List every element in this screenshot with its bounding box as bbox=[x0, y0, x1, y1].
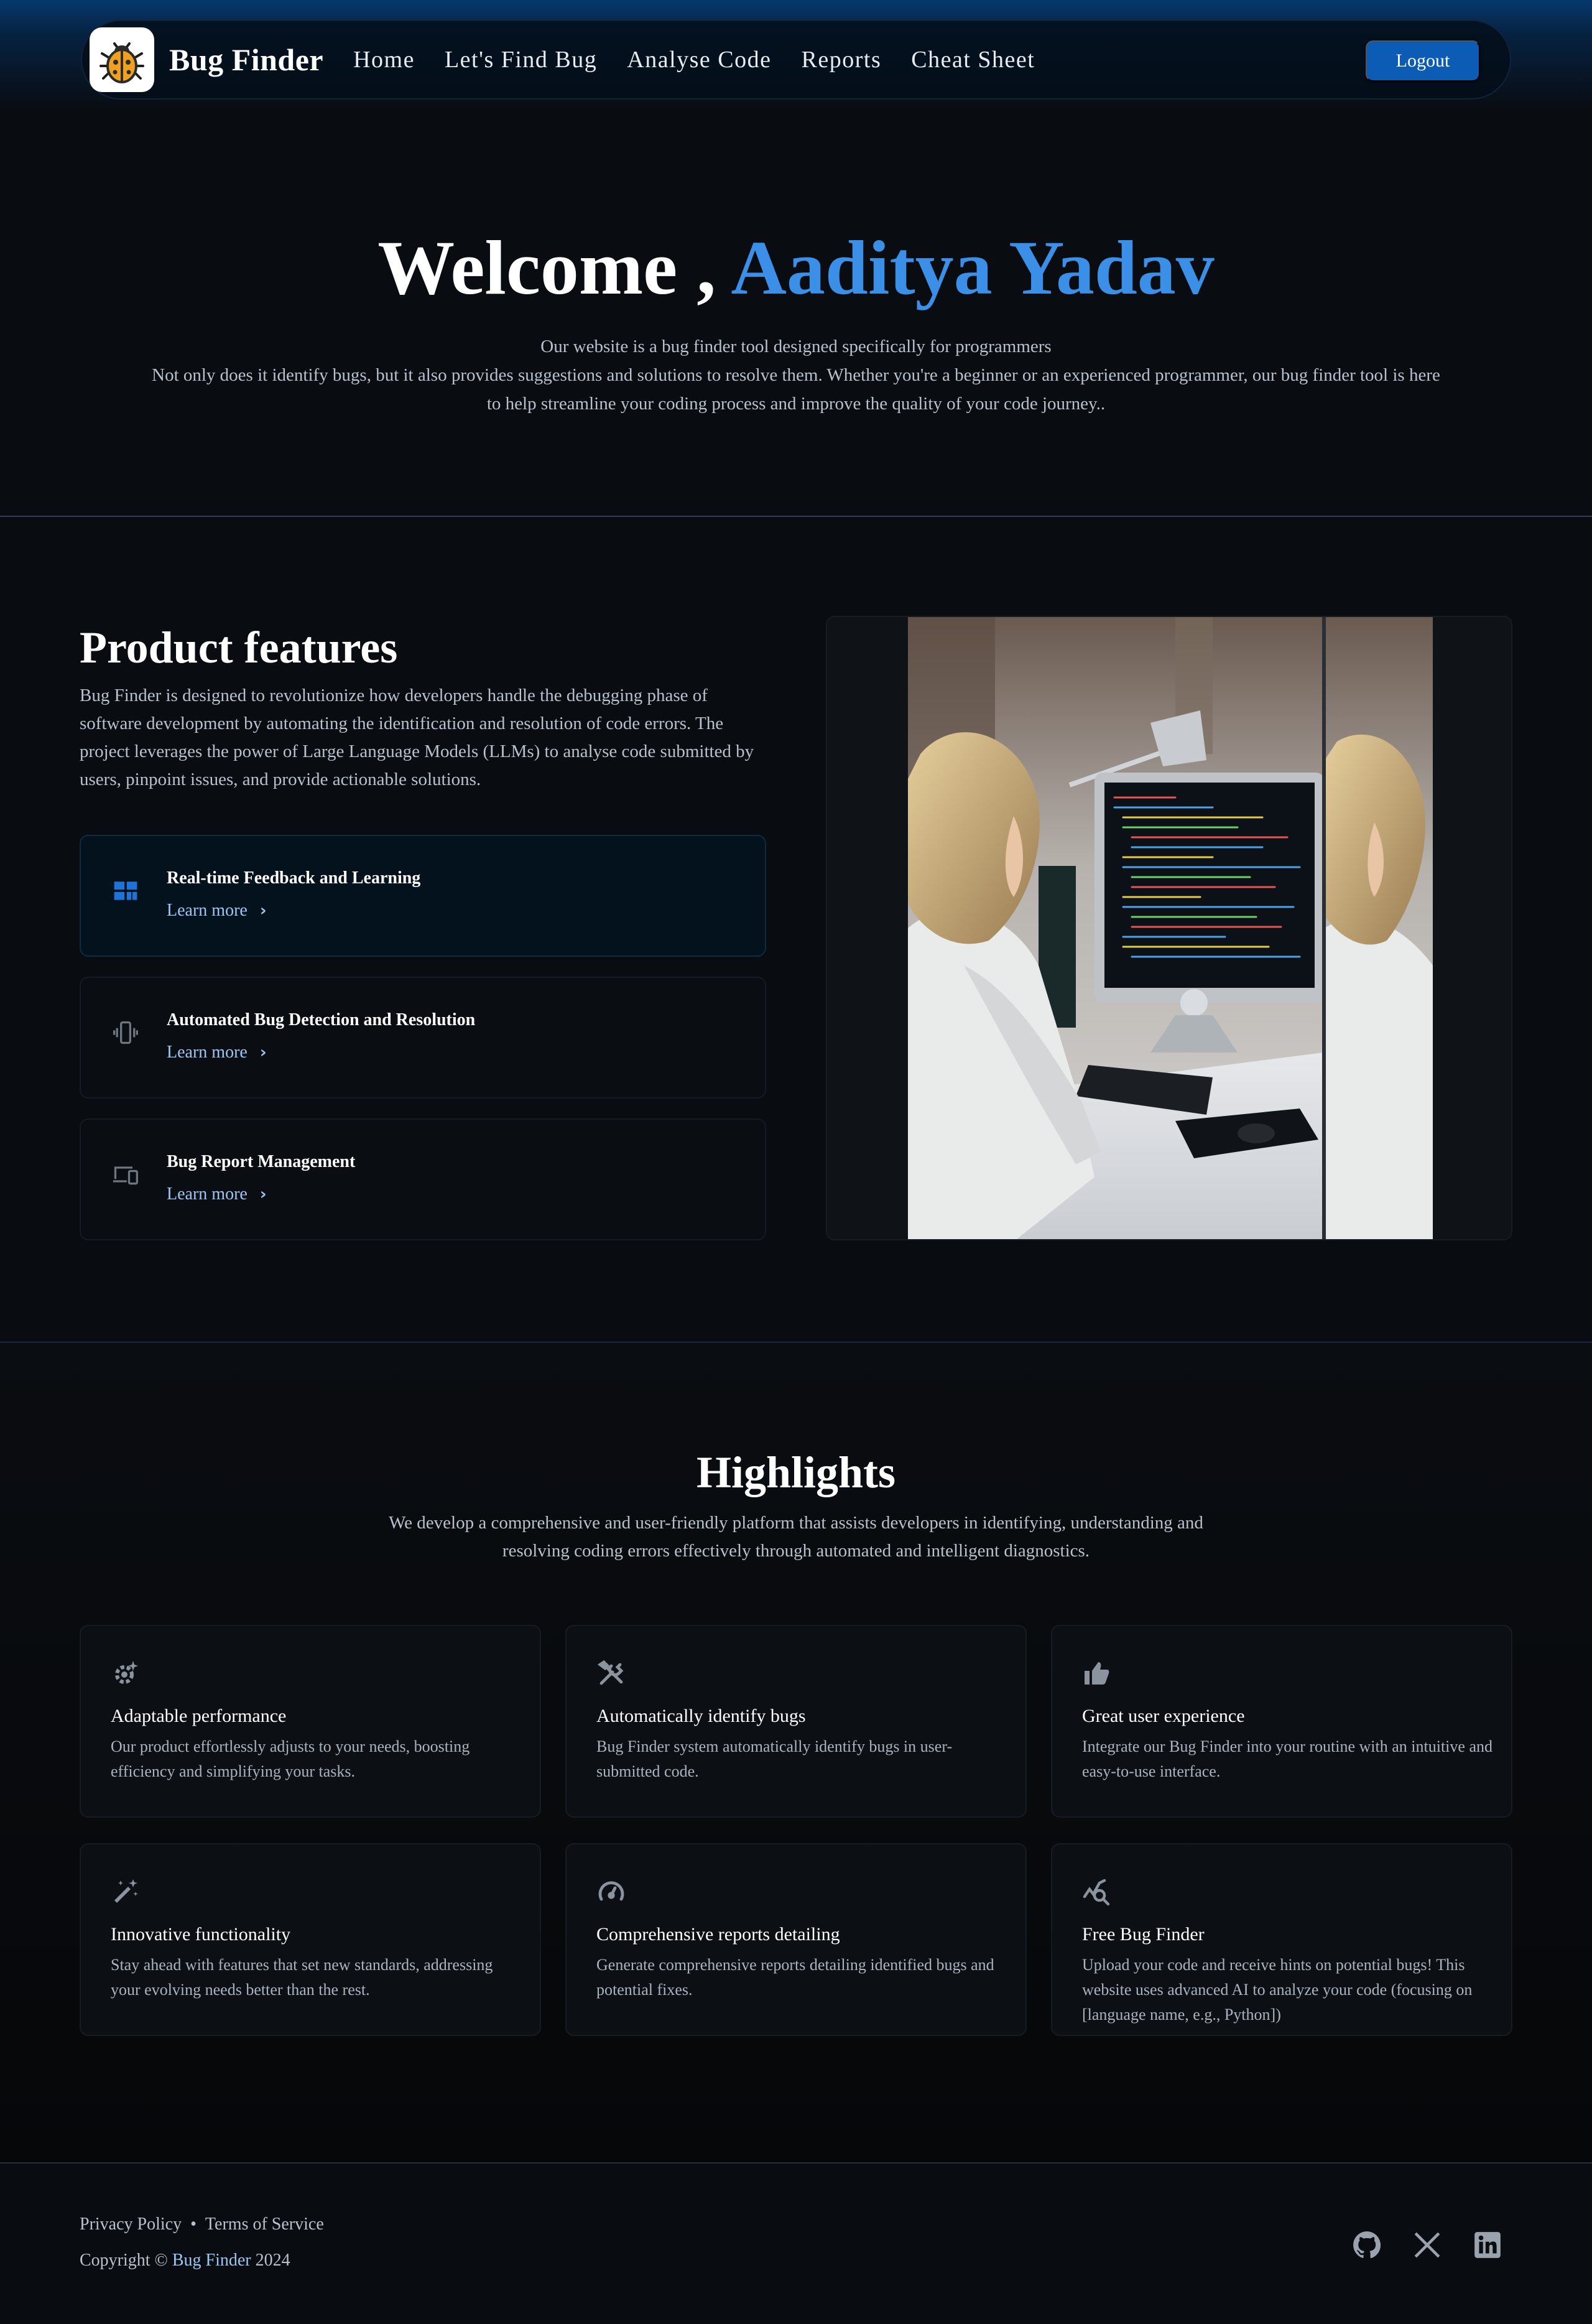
footer-links: Privacy Policy • Terms of Service bbox=[80, 2215, 324, 2234]
copyright-prefix: Copyright © bbox=[80, 2251, 172, 2270]
copyright-brand-link[interactable]: Bug Finder bbox=[172, 2251, 251, 2270]
learn-more-link[interactable]: Learn more › bbox=[167, 1184, 267, 1204]
highlight-text: Stay ahead with features that set new st… bbox=[111, 1956, 493, 1999]
section-divider bbox=[0, 516, 1592, 517]
learn-more-link[interactable]: Learn more › bbox=[167, 1043, 267, 1062]
highlight-card: Innovative functionality Stay ahead with… bbox=[80, 1843, 541, 2036]
highlight-card: Comprehensive reports detailing Generate… bbox=[565, 1843, 1027, 2036]
highlight-card: Great user experience Integrate our Bug … bbox=[1051, 1625, 1512, 1818]
programmer-photo bbox=[827, 617, 1511, 1239]
nav-cheat-sheet[interactable]: Cheat Sheet bbox=[911, 46, 1035, 73]
logo[interactable] bbox=[90, 27, 154, 92]
footer-separator: • bbox=[190, 2215, 197, 2234]
highlight-text: Our product effortlessly adjusts to your… bbox=[111, 1737, 470, 1780]
highlight-card: Automatically identify bugs Bug Finder s… bbox=[565, 1625, 1027, 1818]
highlight-text: Bug Finder system automatically identify… bbox=[596, 1737, 953, 1780]
highlight-title: Automatically identify bugs bbox=[596, 1706, 806, 1726]
highlight-text: Generate comprehensive reports detailing… bbox=[596, 1956, 994, 1999]
feature-card-automated[interactable]: Automated Bug Detection and Resolution L… bbox=[80, 977, 766, 1099]
terms-of-service-link[interactable]: Terms of Service bbox=[205, 2215, 324, 2234]
highlight-title: Great user experience bbox=[1082, 1706, 1245, 1726]
highlight-title: Adaptable performance bbox=[111, 1706, 287, 1726]
highlights-title: Highlights bbox=[696, 1448, 896, 1497]
github-icon[interactable] bbox=[1351, 2229, 1382, 2261]
privacy-policy-link[interactable]: Privacy Policy bbox=[80, 2215, 182, 2234]
thumbs-up-icon bbox=[1085, 1662, 1109, 1685]
hero-line-2: Not only does it identify bugs, but it a… bbox=[152, 365, 1440, 414]
feature-title: Automated Bug Detection and Resolution bbox=[167, 1010, 476, 1030]
highlight-text: Integrate our Bug Finder into your routi… bbox=[1082, 1737, 1492, 1780]
bug-icon bbox=[100, 42, 144, 83]
highlight-title: Comprehensive reports detailing bbox=[596, 1924, 840, 1945]
feature-image bbox=[826, 616, 1512, 1240]
learn-more-label: Learn more bbox=[167, 901, 248, 920]
chevron-right-icon: › bbox=[259, 901, 267, 920]
feature-title: Real-time Feedback and Learning bbox=[167, 868, 421, 888]
learn-more-label: Learn more bbox=[167, 1184, 248, 1204]
tools-icon bbox=[597, 1660, 624, 1685]
copyright: Copyright © Bug Finder 2024 bbox=[80, 2251, 290, 2271]
logout-button[interactable]: Logout bbox=[1366, 40, 1480, 81]
hero-line-1: Our website is a bug finder tool designe… bbox=[540, 337, 1052, 356]
feature-card-report-management[interactable]: Bug Report Management Learn more › bbox=[80, 1118, 766, 1240]
highlights-description: We develop a comprehensive and user-frie… bbox=[389, 1513, 1203, 1561]
welcome-text: Welcome , bbox=[377, 225, 731, 310]
navbar: Bug Finder Home Let's Find Bug Analyse C… bbox=[81, 20, 1511, 100]
hero-title: Welcome , Aaditya Yadav bbox=[0, 224, 1592, 312]
highlight-title: Innovative functionality bbox=[111, 1924, 291, 1945]
footer-divider bbox=[0, 2162, 1592, 2164]
speedometer-icon bbox=[598, 1881, 624, 1901]
chevron-right-icon: › bbox=[259, 1043, 267, 1062]
brand-name[interactable]: Bug Finder bbox=[169, 42, 323, 78]
query-stats-icon bbox=[1083, 1879, 1110, 1906]
nav-links: Home Let's Find Bug Analyse Code Reports… bbox=[353, 46, 1035, 73]
features-description: Bug Finder is designed to revolutionize … bbox=[80, 686, 754, 789]
learn-more-label: Learn more bbox=[167, 1043, 248, 1062]
hero-description: Our website is a bug finder tool designe… bbox=[149, 332, 1443, 418]
devices-icon bbox=[113, 1166, 138, 1185]
highlight-text: Upload your code and receive hints on po… bbox=[1082, 1956, 1473, 2024]
features-title: Product features bbox=[80, 623, 398, 672]
highlight-card: Free Bug Finder Upload your code and rec… bbox=[1051, 1843, 1512, 2036]
vibrating-phone-icon bbox=[113, 1021, 138, 1044]
chevron-right-icon: › bbox=[259, 1185, 267, 1204]
highlight-title: Free Bug Finder bbox=[1082, 1924, 1205, 1945]
feature-card-realtime[interactable]: Real-time Feedback and Learning Learn mo… bbox=[80, 835, 766, 957]
nav-analyse-code[interactable]: Analyse Code bbox=[627, 46, 771, 73]
linkedin-icon[interactable] bbox=[1472, 2229, 1503, 2261]
dashboard-icon bbox=[114, 881, 137, 900]
copyright-year: 2024 bbox=[251, 2251, 290, 2270]
nav-reports[interactable]: Reports bbox=[802, 46, 882, 73]
x-icon[interactable] bbox=[1412, 2229, 1443, 2261]
highlight-card: Adaptable performance Our product effort… bbox=[80, 1625, 541, 1818]
nav-home[interactable]: Home bbox=[353, 46, 415, 73]
settings-suggest-icon bbox=[115, 1661, 138, 1684]
nav-lets-find-bug[interactable]: Let's Find Bug bbox=[445, 46, 597, 73]
magic-wand-icon bbox=[114, 1879, 138, 1903]
feature-title: Bug Report Management bbox=[167, 1152, 356, 1171]
learn-more-link[interactable]: Learn more › bbox=[167, 901, 267, 921]
user-name: Aaditya Yadav bbox=[731, 225, 1215, 310]
